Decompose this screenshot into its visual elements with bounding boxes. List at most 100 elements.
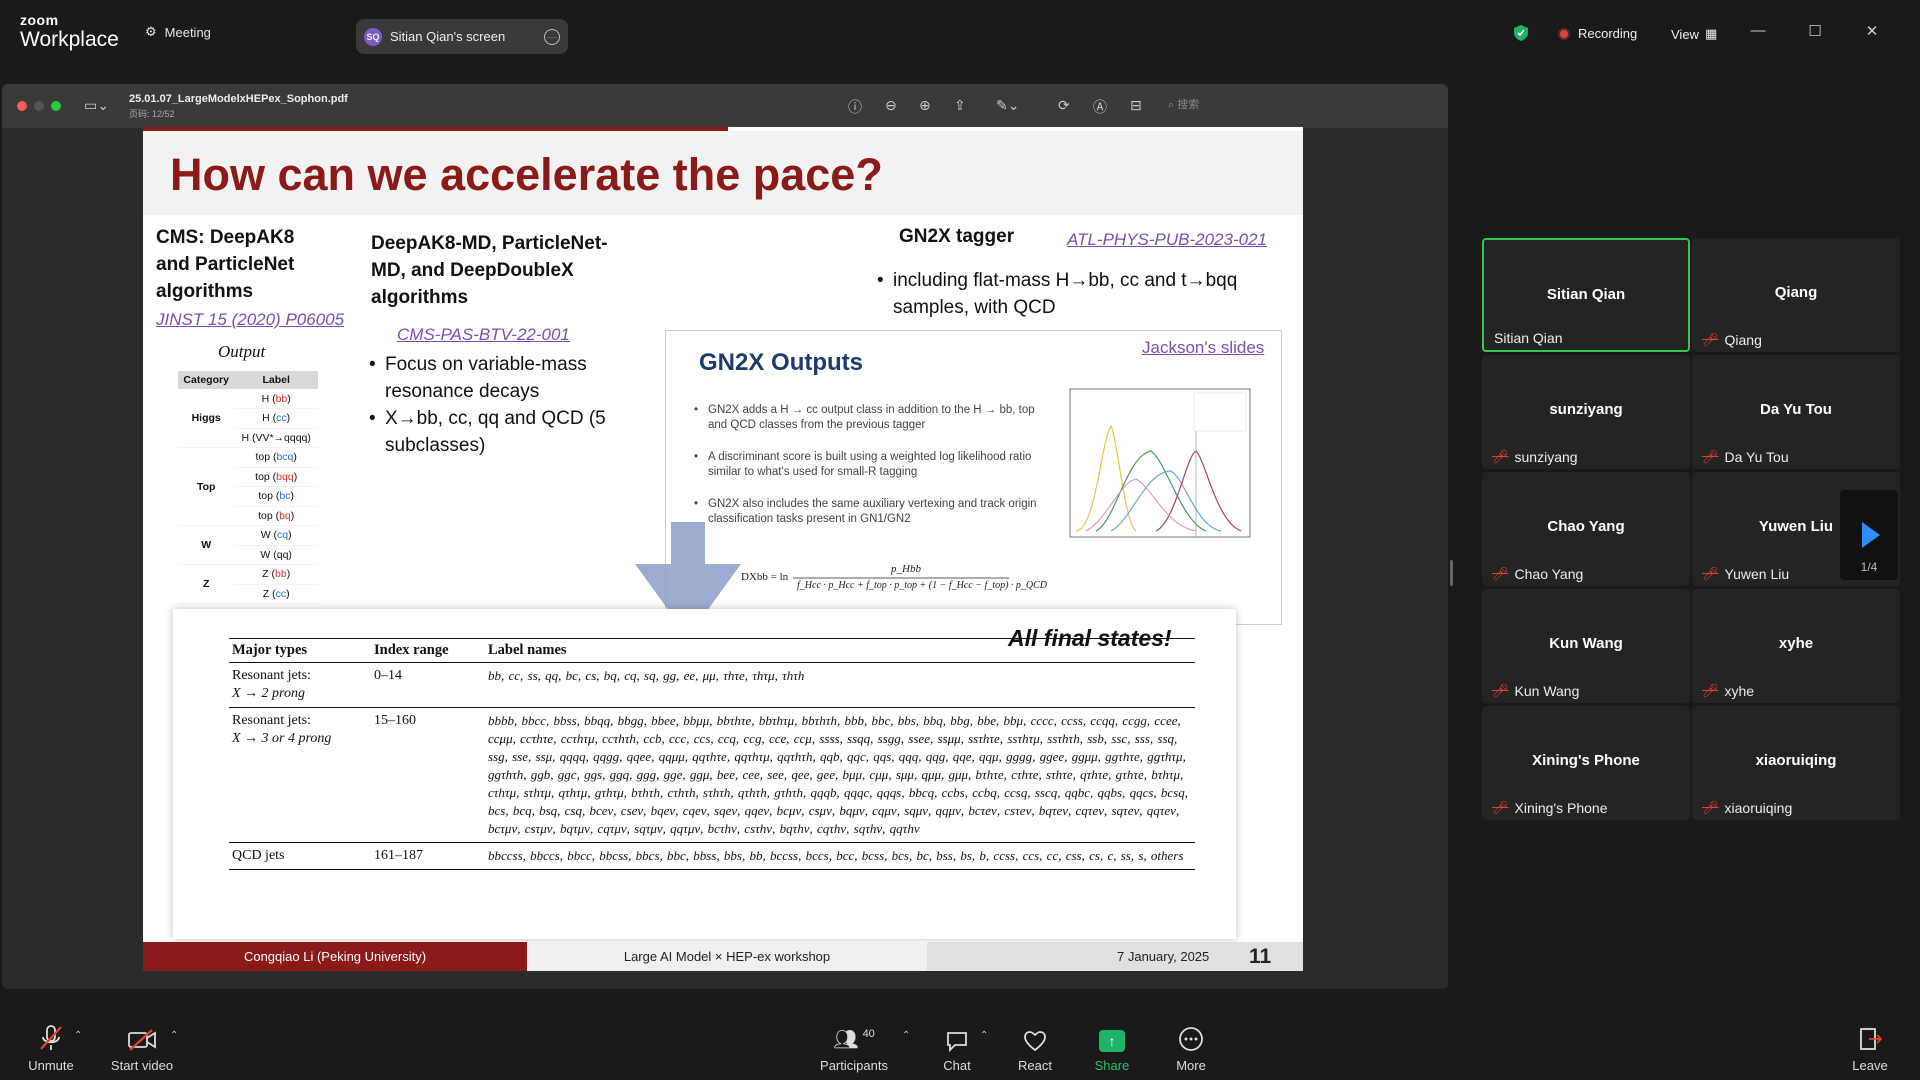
row-type-detail: X → 2 prong (232, 686, 305, 701)
row-type-detail: X → 3 or 4 prong (232, 731, 332, 746)
search-placeholder: 搜索 (1177, 99, 1200, 111)
maximize-icon[interactable]: ☐ (1805, 22, 1825, 40)
rotate-icon[interactable]: ⟳ (1058, 97, 1070, 114)
cms-pas-link[interactable]: CMS-PAS-BTV-22-001 (397, 325, 570, 345)
small-table-body: Higgs H (bb) H (cc) H (VV*→qqqq) Top top (bcq… (178, 389, 318, 604)
minimize-icon[interactable]: — (1748, 22, 1768, 39)
chevron-up-icon[interactable]: ⌃ (902, 1030, 910, 1041)
unmute-label: Unmute (28, 1058, 74, 1073)
participant-tile[interactable]: Kun Wang 🎤︎ Kun Wang (1482, 589, 1690, 703)
discriminant-formula: DXbb = ln p_Hbb f_Hcc · p_Hcc + f_top · … (741, 563, 1047, 593)
gn2x-outputs-panel: GN2X Outputs Jackson's slides GN2X adds … (665, 330, 1282, 625)
list-item: GN2X also includes the same auxiliary ve… (694, 497, 1044, 527)
footer-date: 7 January, 2025 (1117, 949, 1210, 964)
leave-button[interactable]: Leave (1848, 1024, 1892, 1073)
label-suffix: ) (290, 509, 295, 522)
label-prefix: Z ( (262, 587, 276, 600)
label-cell: top (bcq) (234, 447, 318, 468)
participant-label: 🎤︎ Da Yu Tou (1702, 449, 1789, 465)
zoom-out-icon[interactable]: ⊖ (885, 97, 897, 114)
info-icon[interactable]: ⓘ (848, 97, 862, 117)
participants-icon: 👥︎ 40 (833, 1028, 875, 1051)
start-video-label: Start video (110, 1058, 174, 1073)
row-label-names: bb, cc, ss, qq, bc, cs, bq, cq, sq, gg, … (488, 668, 805, 683)
gallery-next-page-button[interactable]: 1/4 (1840, 490, 1898, 580)
list-item: Focus on variable-mass resonance decays (369, 351, 629, 405)
share-export-icon[interactable]: ⇪ (954, 97, 966, 114)
meeting-menu-button[interactable]: ⚙ Meeting (145, 24, 211, 40)
list-item: including flat-mass H→bb, cc and t→bqq s… (877, 267, 1277, 321)
react-button[interactable]: React (1013, 1024, 1057, 1073)
label-highlight: cc (276, 412, 287, 425)
panel-resize-handle[interactable] (1450, 560, 1453, 586)
footer-right: 7 January, 2025 11 (927, 942, 1303, 971)
slide-title: How can we accelerate the pace? (170, 149, 883, 200)
muted-mic-icon: 🎤︎ (1702, 449, 1719, 464)
close-traffic-icon[interactable] (17, 101, 27, 111)
zoom-in-icon[interactable]: ⊕ (919, 97, 931, 114)
label-prefix: W (qq) (260, 548, 292, 561)
sidebar-toggle-icon[interactable]: ▭⌄ (84, 97, 109, 114)
recording-indicator[interactable]: Recording (1558, 26, 1637, 41)
participant-tile[interactable]: Qiang 🎤︎ Qiang (1692, 238, 1900, 352)
label-cell: H (bb) (234, 389, 318, 409)
unmute-button[interactable]: Unmute (22, 1024, 80, 1073)
participant-tile[interactable]: sunziyang 🎤︎ sunziyang (1482, 355, 1690, 469)
row-range: 15–160 (371, 707, 485, 843)
jinst-link[interactable]: JINST 15 (2020) P06005 (156, 310, 344, 330)
row-type: Resonant jets: (232, 668, 311, 683)
zoom-traffic-icon[interactable] (51, 101, 61, 111)
row-type: Resonant jets: (232, 713, 311, 728)
participant-tile[interactable]: xyhe 🎤︎ xyhe (1692, 589, 1900, 703)
cms-heading: CMS: DeepAK8 and ParticleNet algorithms (156, 227, 295, 302)
share-screen-button[interactable]: ↑ Share (1090, 1024, 1134, 1073)
share-label: Share (1094, 1058, 1130, 1073)
pdf-search-field[interactable]: ⌕ 搜索 (1168, 96, 1358, 116)
participant-tile[interactable]: Sitian Qian Sitian Qian (1482, 238, 1690, 352)
markup-pen-icon[interactable]: ✎⌄ (996, 97, 1019, 114)
formula-numerator: p_Hbb (891, 563, 921, 575)
close-icon[interactable]: ✕ (1862, 22, 1882, 40)
participant-tile[interactable]: Xining's Phone 🎤︎ Xining's Phone (1482, 706, 1690, 820)
right-bullets: including flat-mass H→bb, cc and t→bqq s… (877, 267, 1277, 321)
chevron-up-icon[interactable]: ⌃ (170, 1030, 178, 1041)
label-prefix: H ( (261, 392, 276, 405)
jackson-slides-link[interactable]: Jackson's slides (1142, 338, 1264, 358)
row-range: 161–187 (371, 842, 485, 870)
participant-label: 🎤︎ xyhe (1702, 683, 1754, 699)
table-row: Higgs H (bb) (178, 389, 318, 448)
minimize-traffic-icon[interactable] (34, 101, 44, 111)
form-fill-icon[interactable]: ⊟ (1130, 97, 1142, 114)
view-button[interactable]: View ▦ (1671, 26, 1717, 42)
label-suffix: ) (286, 587, 290, 600)
label-table-panel: All final states! Major types Index rang… (173, 609, 1236, 939)
label-prefix: W ( (260, 529, 278, 542)
left-bullets: Focus on variable-mass resonance decays … (369, 351, 629, 459)
category-cell: W (178, 525, 235, 565)
annotate-icon[interactable]: Ⓐ (1093, 97, 1107, 117)
label-prefix: top ( (258, 509, 280, 522)
chat-button[interactable]: Chat (937, 1024, 977, 1073)
more-options-icon[interactable]: ··· (544, 28, 560, 45)
play-right-icon (1862, 522, 1880, 548)
atl-link[interactable]: ATL-PHYS-PUB-2023-021 (1067, 230, 1267, 250)
chevron-up-icon[interactable]: ⌃ (980, 1030, 988, 1041)
participant-tile[interactable]: Da Yu Tou 🎤︎ Da Yu Tou (1692, 355, 1900, 469)
security-shield-icon[interactable] (1514, 25, 1528, 41)
muted-mic-icon: 🎤︎ (1492, 800, 1509, 815)
gear-icon: ⚙ (145, 24, 157, 39)
gn2x-bullets: GN2X adds a H → cc output class in addit… (694, 403, 1044, 544)
screen-share-indicator[interactable]: SQ Sitian Qian's screen ··· (356, 19, 568, 54)
label-suffix: ) (290, 490, 294, 503)
more-button[interactable]: More (1169, 1024, 1213, 1073)
react-label: React (1018, 1058, 1052, 1073)
participant-tile[interactable]: xiaoruiqing 🎤︎ xiaoruiqing (1692, 706, 1900, 820)
chevron-up-icon[interactable]: ⌃ (74, 1030, 82, 1041)
participant-label-text: Qiang (1724, 332, 1762, 348)
table-row: Top top (bcq) (178, 447, 318, 526)
participant-label: 🎤︎ Chao Yang (1492, 566, 1583, 582)
participants-button[interactable]: 👥︎ 40 Participants (812, 1024, 896, 1073)
participant-tile[interactable]: Chao Yang 🎤︎ Chao Yang (1482, 472, 1690, 586)
label-cell: Z (bb) (234, 564, 318, 585)
participant-label: 🎤︎ Qiang (1702, 332, 1762, 348)
